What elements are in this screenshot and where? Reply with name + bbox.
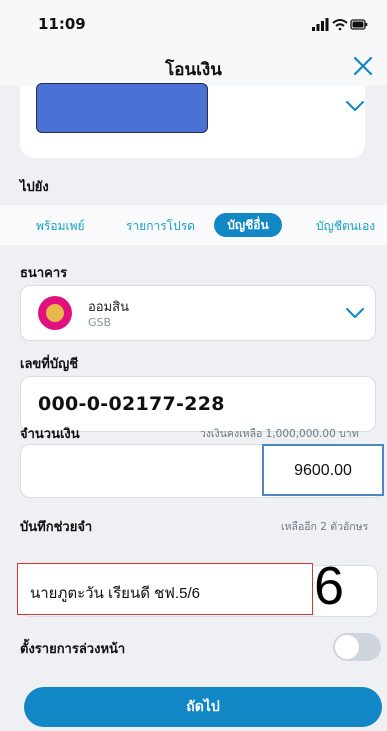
status-bar: 11:09 — [0, 0, 387, 44]
battery-icon — [350, 19, 368, 30]
tab-promptpay[interactable]: พร้อมเพย์ — [36, 217, 85, 236]
toggle-knob — [335, 635, 359, 659]
destination-tabs: พร้อมเพย์ รายการโปรด บัญชีอื่น บัญชีตนเอ… — [0, 205, 387, 245]
bank-logo — [38, 296, 72, 330]
schedule-toggle[interactable] — [333, 633, 381, 661]
amount-label: จำนวนเงิน — [20, 427, 80, 442]
bank-label: ธนาคาร — [20, 266, 68, 281]
tab-other-account[interactable]: บัญชีอื่น — [214, 213, 282, 237]
wifi-icon — [332, 19, 348, 31]
amount-value: 9600.00 — [294, 462, 352, 479]
tab-favorites[interactable]: รายการโปรด — [126, 217, 195, 236]
chevron-down-icon[interactable] — [345, 307, 365, 319]
memo-label: บันทึกช่วยจำ — [20, 520, 93, 535]
status-time: 11:09 — [38, 15, 86, 33]
chevron-down-icon[interactable] — [345, 100, 365, 112]
account-number-value: 000-0-02177-228 — [38, 393, 225, 415]
memo-value-box: นายภูตะวัน เรียนดี ชฟ.5/6 — [17, 563, 313, 615]
amount-value-box: 9600.00 — [262, 444, 384, 496]
account-label: เลขที่บัญชี — [20, 357, 79, 372]
amount-limit-note: วงเงินคงเหลือ 1,000,000.00 บาท — [200, 428, 359, 440]
page-title: โอนเงิน — [165, 60, 222, 80]
status-icons — [312, 18, 368, 31]
tab-other-account-label: บัญชีอื่น — [227, 218, 269, 232]
handwritten-annotation: 6 — [314, 556, 345, 616]
memo-remaining-note: เหลืออีก 2 ตัวอักษร — [281, 521, 369, 533]
memo-value: นายภูตะวัน เรียนดี ชฟ.5/6 — [30, 585, 200, 602]
redacted-account-info — [36, 83, 208, 133]
to-section-label: ไปยัง — [20, 180, 49, 195]
schedule-label: ตั้งรายการล่วงหน้า — [20, 642, 126, 657]
header: โอนเงิน — [0, 44, 387, 86]
bank-select[interactable] — [20, 285, 376, 341]
tab-own-account[interactable]: บัญชีตนเอง — [316, 217, 375, 236]
bank-name: ออมสิน — [88, 300, 130, 315]
next-button-label: ถัดไป — [186, 699, 220, 715]
next-button[interactable]: ถัดไป — [24, 687, 382, 727]
bank-logo-emblem — [46, 304, 64, 322]
signal-icon — [312, 18, 329, 31]
bank-code: GSB — [88, 316, 112, 329]
close-icon[interactable] — [352, 55, 374, 77]
